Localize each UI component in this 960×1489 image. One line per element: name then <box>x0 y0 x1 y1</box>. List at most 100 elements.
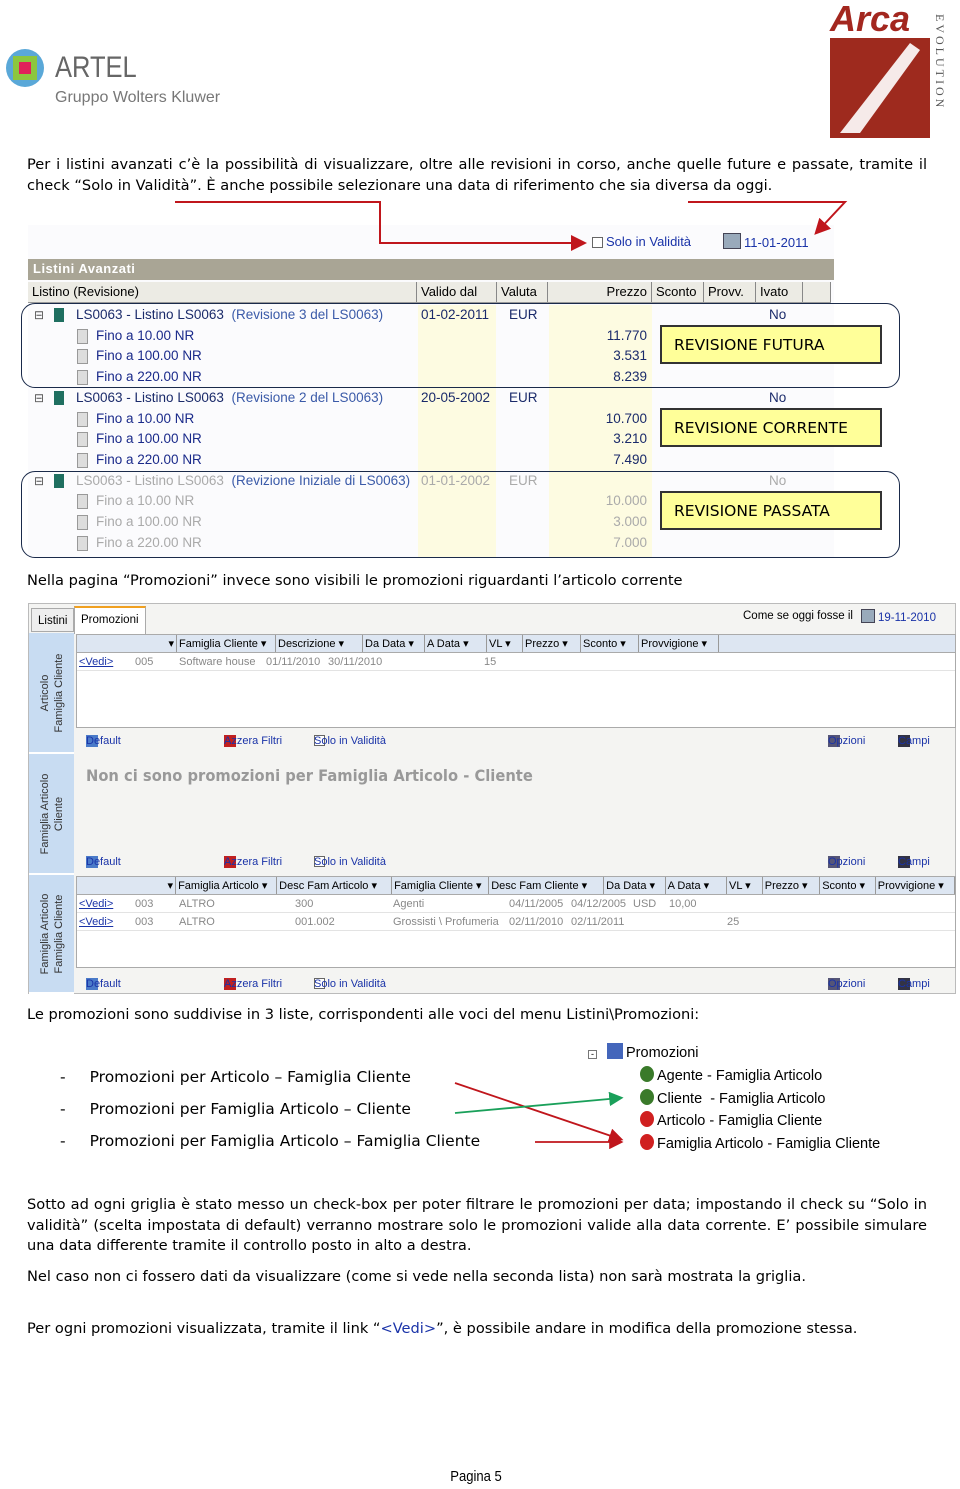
grid-cell: 02/11/2011 <box>571 916 625 928</box>
column-header[interactable]: VL ▾ <box>727 877 763 894</box>
default-button-label: Default <box>86 735 121 747</box>
column-header[interactable]: Desc Fam Cliente ▾ <box>489 877 605 894</box>
column-headers: Listino (Revisione) Valido dal Valuta Pr… <box>28 282 831 303</box>
column-header[interactable]: Provvigione ▾ <box>876 877 956 894</box>
filtro-paragraph: Sotto ad ogni griglia è stato messo un c… <box>27 1196 927 1255</box>
grid-row[interactable]: <Vedi> 003 ALTRO 001.002 Grossisti \ Profume… <box>77 913 955 931</box>
grid-famiglia-articolo-famiglia-cliente: ▾ Famiglia Articolo ▾ Desc Fam Articolo ▾ F… <box>76 876 956 968</box>
grid-cell: 300 <box>295 898 314 910</box>
col-ivato[interactable]: Ivato <box>756 282 803 302</box>
grid-header: ▾ Famiglia Cliente ▾ Descrizione ▾ Da Data … <box>77 635 955 653</box>
document-icon <box>77 452 88 468</box>
grid-cell <box>540 653 620 670</box>
listino-icon <box>54 390 64 405</box>
grid-cell <box>424 653 482 670</box>
tab-listini[interactable]: Listini <box>31 608 75 632</box>
azzera-filtri-button-label: Azzera Filtri <box>224 978 283 990</box>
grid-row[interactable]: <Vedi> 005 Software house 01/11/2010 30/11/2… <box>77 653 955 671</box>
grid-cell <box>667 913 725 930</box>
empty-message: Non ci sono promozioni per Famiglia Arti… <box>86 766 533 785</box>
col-valuta[interactable]: Valuta <box>497 282 548 302</box>
header-spacer: ▾ <box>77 877 177 894</box>
column-header[interactable]: Da Data ▾ <box>604 877 666 894</box>
panel-title: Listini Avanzati <box>28 259 834 280</box>
vedi-paragraph: Per ogni promozioni visualizzata, tramit… <box>27 1320 858 1337</box>
grid-cell: 15 <box>484 656 497 668</box>
column-header[interactable]: A Data ▾ <box>425 635 487 652</box>
grid-cell: 003 <box>135 916 154 928</box>
scaglione-name: Fino a 100.00 NR <box>96 431 202 447</box>
column-header[interactable]: A Data ▾ <box>666 877 728 894</box>
column-header[interactable]: Famiglia Cliente ▾ <box>392 877 490 894</box>
column-header[interactable]: Famiglia Cliente ▾ <box>177 635 276 652</box>
grid-cell: USD <box>633 898 657 910</box>
grid-cell: 001.002 <box>295 916 335 928</box>
azzera-filtri-button-label: Azzera Filtri <box>224 735 283 747</box>
promozioni-screenshot: Listini Promozioni Come se oggi fosse il… <box>28 603 956 994</box>
section-side-label: Famiglia Articolo Famiglia Cliente <box>29 875 74 994</box>
grid-cell: 30/11/2010 <box>328 656 383 668</box>
grid-cell: 01/11/2010 <box>266 656 321 668</box>
grid-header: ▾ Famiglia Articolo ▾ Desc Fam Articolo ▾ F… <box>77 877 956 895</box>
opzioni-button-label: Opzioni <box>828 978 866 990</box>
default-button-label: Default <box>86 856 121 868</box>
grid-toolbar: Default Azzera Filtri Solo in Validità Opzi… <box>76 850 956 870</box>
label-revisione-futura: REVISIONE FUTURA <box>660 325 882 364</box>
grid-cell <box>781 895 861 912</box>
col-prezzo[interactable]: Prezzo <box>548 282 652 302</box>
scaglione-row[interactable]: Fino a 220.00 NR 7.490 <box>28 450 831 471</box>
campi-button-label: Campi <box>898 735 930 747</box>
column-header[interactable]: Famiglia Articolo ▾ <box>176 877 278 894</box>
revision-row[interactable]: ⊟ LS0063 - Listino LS0063 (Revisione 2 del… <box>28 388 831 409</box>
grid-cell: 005 <box>135 656 154 668</box>
grid-cell: ALTRO <box>179 898 215 910</box>
grid-cell: ALTRO <box>179 916 215 928</box>
grid-cell <box>388 653 424 670</box>
column-header[interactable]: Sconto ▾ <box>581 635 639 652</box>
column-header[interactable]: Da Data ▾ <box>363 635 425 652</box>
column-header[interactable]: Prezzo ▾ <box>523 635 581 652</box>
column-header[interactable]: Sconto ▾ <box>820 877 876 894</box>
label-revisione-passata: REVISIONE PASSATA <box>660 491 882 530</box>
col-valido-dal[interactable]: Valido dal <box>417 282 497 302</box>
column-header[interactable]: Descrizione ▾ <box>276 635 363 652</box>
column-header[interactable]: VL ▾ <box>487 635 523 652</box>
opzioni-button-label: Opzioni <box>828 856 866 868</box>
campi-button-label: Campi <box>898 856 930 868</box>
prezzo: 7.490 <box>613 451 647 467</box>
default-button-label: Default <box>86 978 121 990</box>
nessun-dato-paragraph: Nel caso non ci fossero dati da visualiz… <box>27 1268 806 1285</box>
vedi-link-text: <Vedi> <box>380 1320 437 1337</box>
arrow-to-date <box>688 201 848 235</box>
column-header[interactable]: Prezzo ▾ <box>763 877 821 894</box>
today-date-picker[interactable]: 19-11-2010 <box>861 609 936 624</box>
promozioni-paragraph: Nella pagina “Promozioni” invece sono vi… <box>27 572 683 589</box>
scaglione-name: Fino a 220.00 NR <box>96 451 202 467</box>
grid-cell: 02/11/2010 <box>509 916 564 928</box>
grid-cell: Software house <box>179 656 256 668</box>
arrow-to-checkbox <box>175 201 587 251</box>
scaglione-name: Fino a 10.00 NR <box>96 410 195 426</box>
grid-cell: 04/11/2005 <box>509 898 564 910</box>
document-icon <box>77 432 88 448</box>
grid-cell <box>781 913 861 930</box>
grid-cell: 25 <box>727 916 740 928</box>
grid-cell: 003 <box>135 898 154 910</box>
prezzo: 3.210 <box>613 431 647 447</box>
tab-promozioni[interactable]: Promozioni <box>74 606 146 634</box>
promozioni-icon <box>607 1043 623 1059</box>
grid-toolbar: Default Azzera Filtri Solo in Validità Opzi… <box>76 972 956 992</box>
grid-cell: Grossisti \ Profumeria <box>393 916 499 928</box>
column-header[interactable]: Desc Fam Articolo ▾ <box>277 877 393 894</box>
grid-row[interactable]: <Vedi> 003 ALTRO 300 Agenti 04/11/2005 04/12/2… <box>77 895 955 913</box>
valuta: EUR <box>509 389 538 405</box>
azzera-filtri-button-label: Azzera Filtri <box>224 856 283 868</box>
grid-cell <box>631 913 667 930</box>
expand-icon[interactable]: ⊟ <box>34 388 44 409</box>
col-provv[interactable]: Provv. <box>704 282 756 302</box>
column-header[interactable]: Provvigione ▾ <box>639 635 719 652</box>
col-sconto[interactable]: Sconto <box>652 282 704 302</box>
col-listino[interactable]: Listino (Revisione) <box>28 282 417 302</box>
grid-cell: 10,00 <box>669 898 697 910</box>
document-icon <box>77 411 88 427</box>
